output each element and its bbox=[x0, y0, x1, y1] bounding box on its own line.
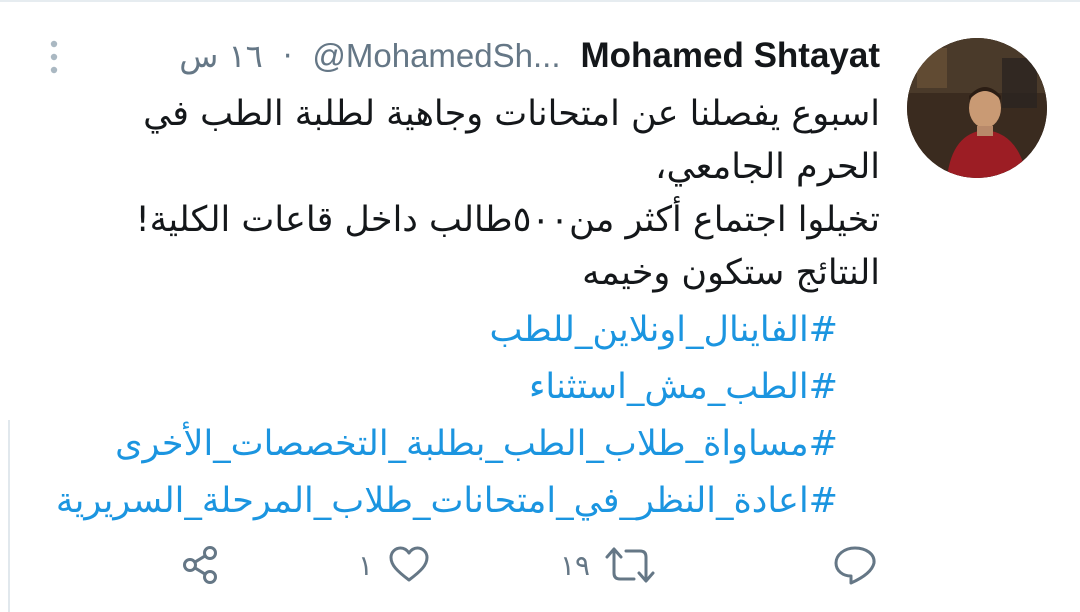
retweet-icon bbox=[605, 547, 655, 583]
retweet-count: ١٩ bbox=[560, 548, 591, 582]
reply-icon bbox=[834, 546, 876, 585]
tweet-text-line: اسبوع يفصلنا عن امتحانات وجاهية لطلبة ال… bbox=[143, 94, 880, 134]
heart-icon bbox=[389, 546, 429, 582]
reply-button[interactable] bbox=[832, 540, 878, 590]
hashtag-list: #الفاينال_اونلاين_للطب #الطب_مش_استثناء … bbox=[56, 302, 838, 530]
separator-dot: · bbox=[282, 38, 293, 74]
hashtag-link[interactable]: #الفاينال_اونلاين_للطب bbox=[58, 302, 838, 359]
share-button[interactable] bbox=[178, 540, 222, 590]
like-count: ١ bbox=[358, 548, 374, 582]
tweet-text-line: النتائج ستكون وخيمه bbox=[582, 253, 880, 293]
hashtag-link[interactable]: #الطب_مش_استثناء bbox=[58, 359, 838, 416]
like-button[interactable]: ١ bbox=[358, 540, 431, 590]
hashtag-link[interactable]: #مساواة_طلاب_الطب_بطلبة_التخصصات_الأخرى bbox=[58, 416, 838, 473]
hashtag-link[interactable]: #اعادة_النظر_في_امتحانات_طلاب_المرحلة_ال… bbox=[56, 473, 838, 530]
tweet-time[interactable]: ١٦ س bbox=[179, 37, 263, 75]
avatar-photo bbox=[907, 38, 1047, 178]
more-options-icon[interactable] bbox=[44, 38, 64, 78]
user-handle[interactable]: @MohamedSh... bbox=[312, 37, 560, 75]
tweet-actions: ١ ١٩ bbox=[0, 540, 1080, 590]
tweet-text-line: الحرم الجامعي، bbox=[655, 147, 880, 187]
tweet-text-line: تخيلوا اجتماع أكثر من٥٠٠طالب داخل قاعات … bbox=[135, 200, 880, 240]
top-divider bbox=[0, 0, 1080, 2]
avatar[interactable] bbox=[907, 38, 1047, 178]
tweet-header: Mohamed Shtayat @MohamedSh... · ١٦ س bbox=[179, 34, 880, 78]
retweet-button[interactable]: ١٩ bbox=[560, 540, 656, 590]
display-name[interactable]: Mohamed Shtayat bbox=[581, 36, 881, 76]
tweet-text: اسبوع يفصلنا عن امتحانات وجاهية لطلبة ال… bbox=[110, 88, 880, 300]
share-icon bbox=[183, 546, 217, 584]
